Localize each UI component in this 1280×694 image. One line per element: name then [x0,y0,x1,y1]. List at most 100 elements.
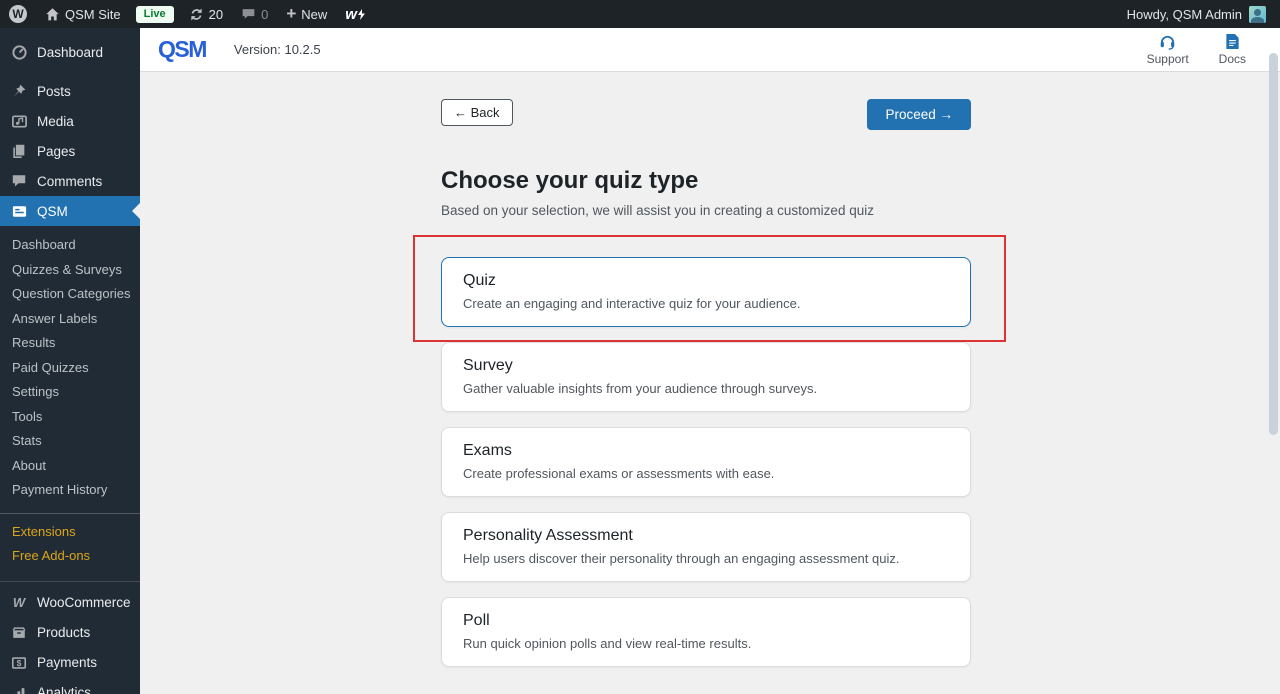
sidebar-item-products[interactable]: Products [0,618,140,648]
plus-icon: + [286,7,296,21]
wp-admin-sidebar: Dashboard Posts Media Pages Comments [0,28,140,694]
quiz-type-title: Quiz [463,271,949,291]
comment-bubble-icon [241,7,256,22]
sidebar-item-analytics[interactable]: Analytics [0,678,140,694]
comment-count: 0 [261,7,268,22]
page-scrollbar-thumb[interactable] [1269,53,1278,435]
sidebar-label: Analytics [37,685,91,694]
quiz-type-card[interactable]: Survey Gather valuable insights from you… [441,342,971,412]
comments-menu[interactable]: 0 [232,0,277,28]
dashboard-gauge-icon [10,43,28,61]
sidebar-label: Payments [37,655,97,670]
qsm-submenu-item[interactable]: Stats [0,429,140,454]
qsm-promo-links: Extensions Free Add-ons [0,518,140,573]
qsm-submenu-item[interactable]: Quizzes & Surveys [0,258,140,283]
site-name: QSM Site [65,7,121,22]
sidebar-item-pages[interactable]: Pages [0,136,140,166]
docs-label: Docs [1219,52,1246,66]
wp-rocket-icon: w [345,6,356,23]
qsm-submenu-item[interactable]: Payment History [0,478,140,503]
sidebar-label: Media [37,114,74,129]
qsm-submenu-item[interactable]: Answer Labels [0,307,140,332]
qsm-submenu: Dashboard Quizzes & Surveys Question Cat… [0,226,140,507]
version-text: Version: 10.2.5 [234,42,321,57]
docs-button[interactable]: Docs [1219,33,1246,66]
headset-icon [1158,33,1177,50]
wp-rocket-menu[interactable]: w [336,0,374,28]
app-window: W QSM Site Live 20 0 + New w [0,0,1280,694]
quiz-type-card[interactable]: Quiz Create an engaging and interactive … [441,257,971,327]
howdy-text[interactable]: Howdy, QSM Admin [1127,7,1242,22]
quiz-type-description: Create professional exams or assessments… [463,466,949,482]
quiz-type-description: Gather valuable insights from your audie… [463,381,949,397]
qsm-submenu-item[interactable]: About [0,454,140,479]
pushpin-icon [10,82,28,100]
new-label: New [301,7,327,22]
support-button[interactable]: Support [1147,33,1189,66]
sidebar-divider [0,581,140,582]
product-box-icon [10,624,28,642]
sidebar-item-woocommerce[interactable]: W WooCommerce [0,588,140,618]
qsm-submenu-item[interactable]: Dashboard [0,233,140,258]
qsm-submenu-item[interactable]: Settings [0,380,140,405]
sidebar-label: Comments [37,174,102,189]
page-subtitle: Based on your selection, we will assist … [441,203,971,218]
qsm-promo-item[interactable]: Extensions [0,520,140,545]
sidebar-item-posts[interactable]: Posts [0,76,140,106]
live-status-badge: Live [136,6,174,23]
payments-icon: $ [10,654,28,672]
sidebar-label: WooCommerce [37,595,131,610]
speech-bubble-icon [10,172,28,190]
back-button[interactable]: ← Back [441,99,513,126]
wordpress-logo-icon: W [9,5,27,23]
wizard-toolbar: ← Back Proceed → [441,99,971,130]
sidebar-label: QSM [37,204,68,219]
document-icon [1225,33,1240,50]
sidebar-label: Products [37,625,90,640]
lightning-icon [358,9,365,20]
wp-logo-menu[interactable]: W [0,0,36,28]
quiz-type-list: Quiz Create an engaging and interactive … [441,257,971,667]
qsm-promo-item[interactable]: Free Add-ons [0,544,140,569]
svg-text:$: $ [17,658,22,668]
quiz-type-title: Personality Assessment [463,526,949,546]
quiz-type-description: Run quick opinion polls and view real-ti… [463,636,949,652]
home-icon [45,7,60,22]
bar-chart-icon [10,684,28,694]
update-icon [189,7,204,22]
updates-menu[interactable]: 20 [180,0,232,28]
sidebar-item-comments[interactable]: Comments [0,166,140,196]
update-count: 20 [209,7,223,22]
sidebar-item-dashboard[interactable]: Dashboard [0,37,140,67]
wp-admin-bar: W QSM Site Live 20 0 + New w [0,0,1280,28]
quiz-type-description: Help users discover their personality th… [463,551,949,567]
quiz-type-card[interactable]: Poll Run quick opinion polls and view re… [441,597,971,667]
content-area: ← Back Proceed → Choose your quiz type B… [140,72,1280,694]
qsm-form-icon [10,202,28,220]
page-title: Choose your quiz type [441,168,971,194]
sidebar-item-media[interactable]: Media [0,106,140,136]
site-menu[interactable]: QSM Site [36,0,130,28]
quiz-type-card[interactable]: Personality Assessment Help users discov… [441,512,971,582]
quiz-type-title: Exams [463,441,949,461]
woocommerce-icon: W [10,594,28,612]
qsm-submenu-item[interactable]: Results [0,331,140,356]
submenu-divider [0,513,140,514]
support-label: Support [1147,52,1189,66]
qsm-header-bar: QSM Version: 10.2.5 Support Docs [140,28,1280,72]
qsm-logo: QSM [158,36,206,63]
qsm-submenu-item[interactable]: Question Categories [0,282,140,307]
sidebar-item-qsm[interactable]: QSM [0,196,140,226]
quiz-type-card[interactable]: Exams Create professional exams or asses… [441,427,971,497]
qsm-submenu-item[interactable]: Paid Quizzes [0,356,140,381]
user-avatar[interactable] [1249,6,1266,23]
sidebar-label: Pages [37,144,75,159]
pages-icon [10,142,28,160]
new-content-menu[interactable]: + New [277,0,336,28]
sidebar-item-payments[interactable]: $ Payments [0,648,140,678]
quiz-type-title: Survey [463,356,949,376]
qsm-submenu-item[interactable]: Tools [0,405,140,430]
sidebar-label: Posts [37,84,71,99]
quiz-type-title: Poll [463,611,949,631]
proceed-button[interactable]: Proceed → [867,99,971,130]
